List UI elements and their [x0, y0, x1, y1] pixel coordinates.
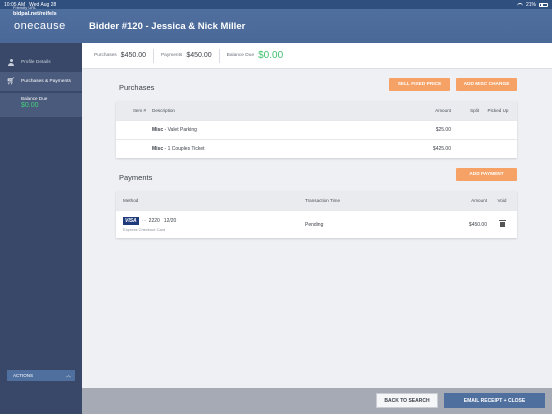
sidebar-balance-label: Balance Due: [21, 96, 48, 101]
trash-icon: [498, 220, 506, 227]
payments-table: Method Transaction Time Amount Void VISA…: [116, 191, 517, 238]
summary-balance-label: Balance Due: [226, 53, 255, 58]
col-transaction-time: Transaction Time: [305, 198, 341, 203]
onecause-logo: onecause: [14, 20, 66, 32]
col-item: Item #: [133, 108, 146, 113]
page-title: Bidder #120 - Jessica & Nick Miller: [89, 20, 246, 32]
sidebar-balance-value: $0.00: [21, 102, 39, 109]
cell-amount: $425.00: [432, 146, 451, 152]
void-button[interactable]: [487, 220, 517, 229]
sidebar-item-profile-details[interactable]: Profile Details: [0, 53, 82, 72]
cell-description: Misc - Valet Parking: [152, 127, 197, 133]
sidebar-item-label: Purchases & Payments: [21, 79, 71, 84]
table-row[interactable]: Misc - 1 Couples Ticket $425.00: [116, 139, 517, 158]
sidebar: Profile Details 🛒︎ Purchases & Payments …: [0, 43, 82, 388]
person-icon: [8, 59, 14, 66]
summary-purchases: Purchases $450.00: [87, 48, 154, 63]
card-last4: 2220: [148, 218, 160, 224]
sell-fixed-price-button[interactable]: SELL FIXED PRICE: [389, 78, 450, 91]
friendly-url-label: Friendly URL: [13, 5, 37, 10]
col-picked-up: Picked Up: [487, 108, 509, 113]
summary-purchases-value: $450.00: [120, 52, 146, 59]
purchases-table-header: Item # Description Amount Split Picked U…: [116, 101, 517, 120]
sidebar-item-label: Profile Details: [21, 60, 51, 65]
cell-amount: $25.00: [435, 127, 451, 133]
actions-button[interactable]: ACTIONS ︿: [7, 370, 75, 381]
sidebar-item-purchases-payments[interactable]: 🛒︎ Purchases & Payments: [0, 72, 82, 91]
wifi-icon: [516, 2, 523, 7]
card-mask: ···: [141, 218, 147, 224]
actions-label: ACTIONS: [13, 373, 34, 378]
payments-title: Payments: [119, 173, 153, 182]
battery-percent: 21%: [525, 1, 536, 8]
cell-transaction-time: Pending: [305, 221, 324, 228]
summary-bar: Purchases $450.00 Payments $450.00 Balan…: [82, 43, 552, 69]
payments-table-header: Method Transaction Time Amount Void: [116, 191, 517, 210]
card-expiry: 12/20: [163, 218, 177, 224]
purchases-table: Item # Description Amount Split Picked U…: [116, 101, 517, 158]
col-description: Description: [152, 108, 175, 113]
cart-icon: 🛒︎: [6, 78, 16, 85]
cell-amount: $450.00: [468, 221, 487, 228]
visa-card-icon: VISA: [123, 217, 139, 225]
summary-payments: Payments $450.00: [154, 48, 220, 63]
friendly-url: Friendly URL bidpal.net/reifels: [13, 5, 85, 17]
summary-payments-label: Payments: [160, 53, 183, 58]
friendly-url-value: bidpal.net/reifels: [13, 11, 57, 17]
col-amount: Amount: [471, 198, 487, 203]
sidebar-balance: Balance Due $0.00: [0, 93, 82, 117]
add-payment-button[interactable]: ADD PAYMENT: [456, 168, 517, 181]
purchases-title: Purchases: [119, 83, 155, 92]
summary-balance: Balance Due $0.00: [220, 49, 291, 63]
sidebar-footer: [0, 388, 82, 414]
add-misc-charge-button[interactable]: ADD MISC CHARGE: [456, 78, 517, 91]
back-to-search-button[interactable]: BACK TO SEARCH: [376, 393, 438, 408]
summary-payments-value: $450.00: [186, 52, 212, 59]
cell-method: VISA ··· 2220 12/20 Express Checkout Car…: [116, 217, 305, 232]
table-row[interactable]: Misc - Valet Parking $25.00: [116, 120, 517, 139]
chevron-up-icon: ︿: [65, 373, 71, 379]
col-void: Void: [497, 198, 507, 203]
summary-purchases-label: Purchases: [94, 53, 117, 58]
col-amount: Amount: [435, 108, 451, 113]
col-method: Method: [123, 198, 139, 203]
email-receipt-close-button[interactable]: EMAIL RECEIPT + CLOSE: [444, 393, 545, 408]
table-row[interactable]: VISA ··· 2220 12/20 Express Checkout Car…: [116, 210, 517, 238]
card-type-label: Express Checkout Card: [123, 227, 166, 232]
col-split: Split: [470, 108, 479, 113]
summary-balance-value: $0.00: [258, 50, 284, 61]
battery-icon: [539, 2, 548, 7]
cell-description: Misc - 1 Couples Ticket: [152, 146, 205, 152]
